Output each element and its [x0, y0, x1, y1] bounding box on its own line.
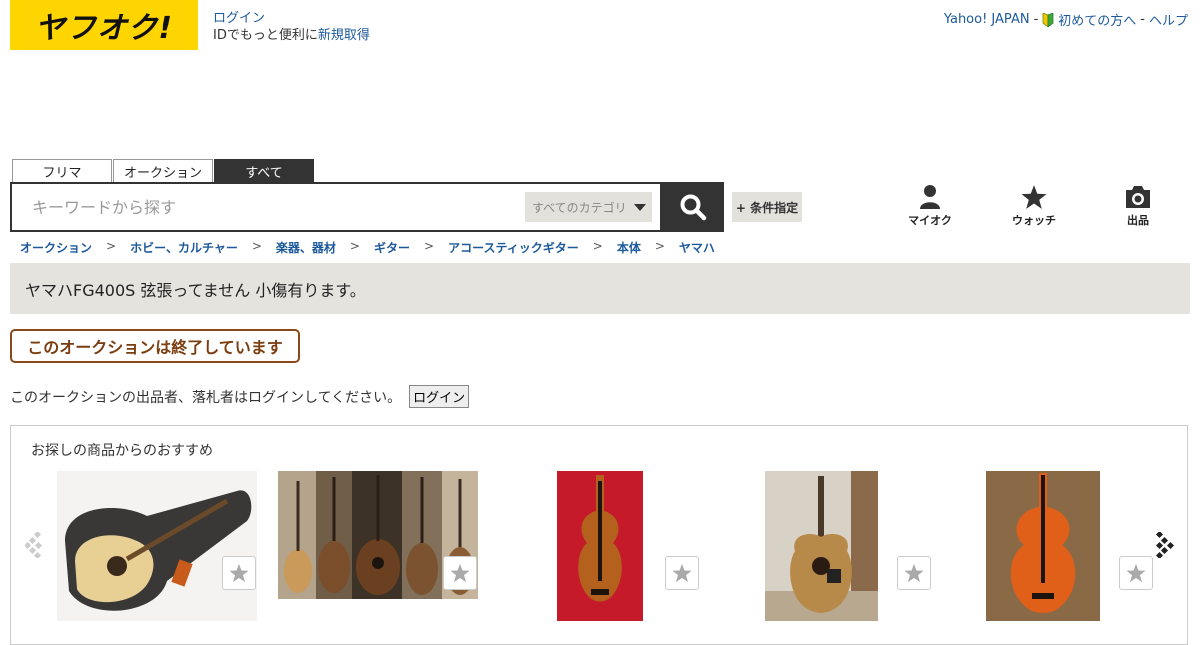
camera-icon: [1126, 186, 1150, 208]
breadcrumb-item[interactable]: オークション: [20, 239, 92, 256]
my-auction-button[interactable]: マイオク: [900, 184, 960, 228]
top-link-separator: -: [1033, 12, 1039, 27]
watch-star-button[interactable]: [1119, 556, 1153, 590]
help-link[interactable]: ヘルプ: [1149, 10, 1188, 29]
logo-text: ヤフオク!: [34, 11, 174, 46]
watchlist-button[interactable]: ウォッチ: [1004, 184, 1064, 228]
search-box: すべてのカテゴリ: [10, 182, 662, 232]
tab-flea-market[interactable]: フリマ: [12, 159, 112, 182]
breadcrumb-item[interactable]: 本体: [617, 239, 641, 256]
tab-auction[interactable]: オークション: [113, 159, 213, 182]
tab-all[interactable]: すべて: [214, 159, 314, 182]
breadcrumb-separator: >: [592, 239, 603, 253]
star-icon: [1021, 185, 1047, 209]
login-notice: このオークションの出品者、落札者はログインしてください。 ログイン: [10, 385, 470, 408]
first-time-link[interactable]: 初めての方へ: [1058, 10, 1136, 29]
sell-label: 出品: [1127, 214, 1149, 227]
carousel-prev-icon[interactable]: [25, 532, 45, 558]
watch-star-button[interactable]: [222, 556, 256, 590]
item-title-bar: ヤマハFG400S 弦張ってません 小傷有ります。: [10, 263, 1190, 314]
notice-login-button[interactable]: ログイン: [409, 385, 470, 408]
breadcrumb-item[interactable]: 楽器、器材: [276, 239, 336, 256]
category-select-value: すべてのカテゴリ: [532, 200, 627, 215]
guitar-photo[interactable]: [57, 471, 257, 621]
breadcrumb-item[interactable]: ヤマハ: [679, 239, 715, 256]
search-input[interactable]: [12, 184, 525, 230]
top-links: Yahoo! JAPAN - 初めての方へ - ヘルプ: [944, 10, 1188, 29]
watch-star-button[interactable]: [665, 556, 699, 590]
category-select[interactable]: すべてのカテゴリ: [525, 192, 652, 222]
breadcrumb-separator: >: [654, 239, 665, 253]
person-icon: [920, 185, 940, 209]
recommendations-heading: お探しの商品からのおすすめ: [31, 443, 213, 459]
breadcrumb-separator: >: [349, 239, 360, 253]
search-mode-tabs: フリマ オークション すべて: [12, 159, 314, 182]
star-icon: [672, 563, 692, 583]
signup-prefix: IDでもっと便利に: [213, 28, 318, 43]
login-notice-text: このオークションの出品者、落札者はログインしてください。: [10, 389, 402, 406]
breadcrumb-separator: >: [251, 239, 262, 253]
breadcrumb-separator: >: [424, 239, 435, 253]
chevron-down-icon: [634, 203, 646, 211]
breadcrumb-item[interactable]: ホビー、カルチャー: [130, 239, 238, 256]
watch-star-button[interactable]: [443, 556, 477, 590]
item-title: ヤマハFG400S 弦張ってません 小傷有ります。: [25, 280, 366, 300]
breadcrumb-item[interactable]: アコースティックギター: [448, 239, 579, 256]
my-auction-label: マイオク: [908, 214, 952, 227]
breadcrumb-item[interactable]: ギター: [374, 239, 410, 256]
star-icon: [450, 563, 470, 583]
watchlist-label: ウォッチ: [1012, 214, 1056, 227]
carousel-next-icon[interactable]: [1155, 532, 1175, 558]
signup-link[interactable]: 新規取得: [318, 28, 370, 43]
watch-star-button[interactable]: [897, 556, 931, 590]
violin-photo[interactable]: [557, 471, 643, 621]
yahoo-japan-link[interactable]: Yahoo! JAPAN: [944, 12, 1030, 27]
breadcrumb-separator: >: [106, 239, 117, 253]
star-icon: [229, 563, 249, 583]
guitar-photo[interactable]: [765, 471, 878, 621]
star-icon: [1126, 563, 1146, 583]
login-link[interactable]: ログイン: [213, 11, 265, 26]
recommendations-panel: お探しの商品からのおすすめ: [10, 425, 1188, 645]
search-icon: [680, 194, 707, 221]
violin-photo[interactable]: [986, 471, 1100, 621]
beginner-mark-icon: [1042, 12, 1054, 27]
search-conditions-button[interactable]: + 条件指定: [732, 192, 802, 222]
login-area: ログイン IDでもっと便利に新規取得: [213, 10, 370, 44]
star-icon: [904, 563, 924, 583]
auction-ended-badge: このオークションは終了しています: [10, 329, 300, 363]
breadcrumb: オークション > ホビー、カルチャー > 楽器、器材 > ギター > アコーステ…: [20, 239, 715, 256]
search-button[interactable]: [662, 182, 724, 232]
yahoo-auction-logo[interactable]: ヤフオク!: [10, 0, 198, 50]
top-link-separator: -: [1140, 12, 1145, 27]
sell-button[interactable]: 出品: [1108, 184, 1168, 228]
